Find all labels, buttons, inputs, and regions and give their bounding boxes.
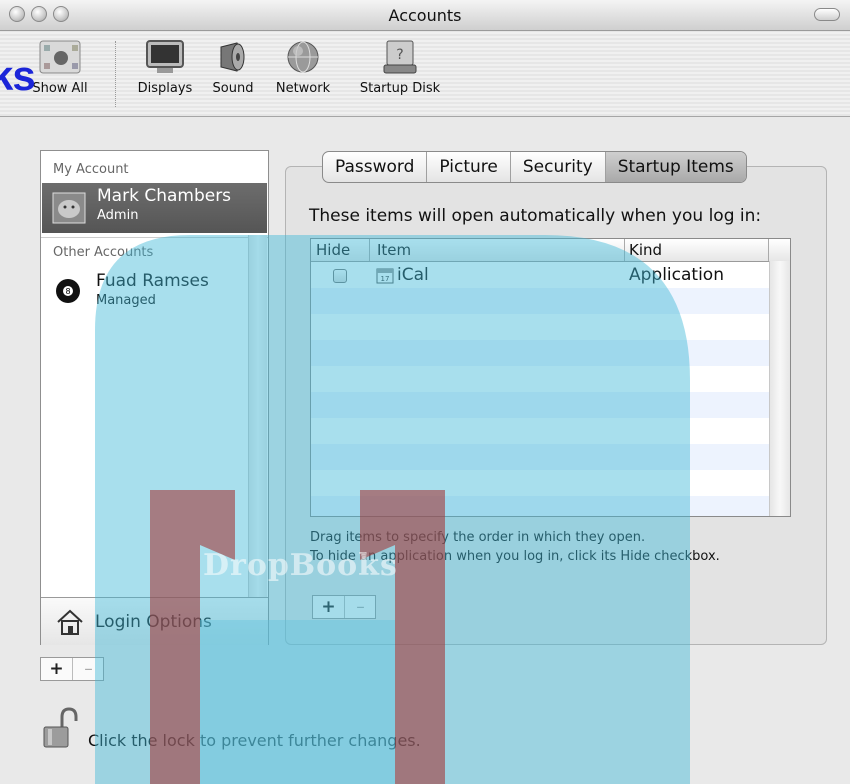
column-header-item[interactable]: Item [377,241,411,259]
empty-row [311,444,770,470]
hide-checkbox[interactable] [333,269,347,283]
globe-icon [287,41,319,73]
empty-row [311,340,770,366]
empty-row [311,392,770,418]
tab-password[interactable]: Password [323,152,428,182]
item-kind: Application [629,265,724,285]
table-scrollbar[interactable] [769,261,790,516]
toolbar-toggle-button[interactable] [814,8,840,21]
account-role: Managed [96,293,156,308]
toolbar-label: Startup Disk [359,81,441,96]
column-divider [768,239,769,261]
tab-picture[interactable]: Picture [427,152,511,182]
account-role: Admin [97,208,139,223]
column-header-kind[interactable]: Kind [629,241,662,259]
hide-hint: To hide an application when you log in, … [310,549,720,564]
toolbar-separator [115,41,116,107]
eight-ball-avatar-icon: 8 [56,279,80,303]
toolbar-network-button[interactable]: Network [268,39,338,96]
toolbar-label: Sound [212,81,254,96]
lock-message: Click the lock to prevent further change… [88,731,421,750]
calendar-icon: 17 [376,268,394,284]
other-accounts-header: Other Accounts [53,245,154,260]
account-name: Mark Chambers [97,186,232,206]
accounts-scrollbar[interactable] [248,235,267,597]
account-row-selected[interactable]: Mark Chambers Admin [42,183,267,233]
toolbar-startup-disk-button[interactable]: ? Startup Disk [350,39,450,96]
empty-row [311,288,770,314]
account-add-remove: + – [40,657,104,681]
empty-row [311,470,770,496]
tab-security[interactable]: Security [511,152,606,182]
tab-startup-items[interactable]: Startup Items [605,152,746,182]
title-bar: Accounts [0,0,850,31]
empty-row [311,496,770,516]
apple-grid-icon [39,40,81,74]
login-options-label: Login Options [95,612,212,632]
account-name: Fuad Ramses [96,271,209,291]
empty-row [311,418,770,444]
startup-add-remove: + – [312,595,376,619]
disk-icon: ? [383,40,417,74]
speaker-icon [220,42,245,72]
tab-bar: Password Picture Security Startup Items [322,151,747,183]
drag-hint: Drag items to specify the order in which… [310,530,646,545]
monitor-icon [146,40,184,73]
remove-startup-item-button[interactable]: – [345,596,376,618]
table-header: Hide Item Kind [311,239,790,262]
table-row[interactable]: 17 iCal Application [311,262,770,288]
house-icon [57,609,83,635]
toolbar-show-all-button[interactable]: Show All [26,39,94,96]
account-row[interactable]: 8 Fuad Ramses Managed [41,267,249,313]
svg-text:?: ? [396,47,403,63]
toolbar-sound-button[interactable]: Sound [206,39,260,96]
toolbar-label: Displays [137,81,193,96]
lock-open-icon[interactable] [40,707,80,751]
window-title: Accounts [388,6,462,25]
item-name: iCal [397,265,429,285]
toolbar-label: Network [275,81,331,96]
empty-row [311,314,770,340]
toolbar: Show All Displays Sound Network ? Startu… [0,31,850,117]
add-startup-item-button[interactable]: + [313,596,345,618]
add-account-button[interactable]: + [41,658,73,680]
accounts-list: My Account Mark Chambers Admin Other Acc… [40,150,269,645]
toolbar-label: Show All [32,81,88,96]
remove-account-button[interactable]: – [73,658,104,680]
user-avatar-icon [52,192,86,224]
my-account-header: My Account [53,162,129,177]
column-divider [369,239,370,261]
toolbar-displays-button[interactable]: Displays [130,39,200,96]
empty-row [311,366,770,392]
startup-items-table: Hide Item Kind 17 iCal Application [310,238,791,517]
svg-text:8: 8 [65,287,70,296]
divider [41,237,268,238]
svg-text:17: 17 [381,275,390,283]
column-header-hide[interactable]: Hide [316,241,350,259]
login-options-item[interactable]: Login Options [41,597,268,645]
accounts-window: Accounts Show All Displays Sound Network… [0,0,850,784]
column-divider [624,239,625,261]
startup-heading: These items will open automatically when… [309,206,762,226]
